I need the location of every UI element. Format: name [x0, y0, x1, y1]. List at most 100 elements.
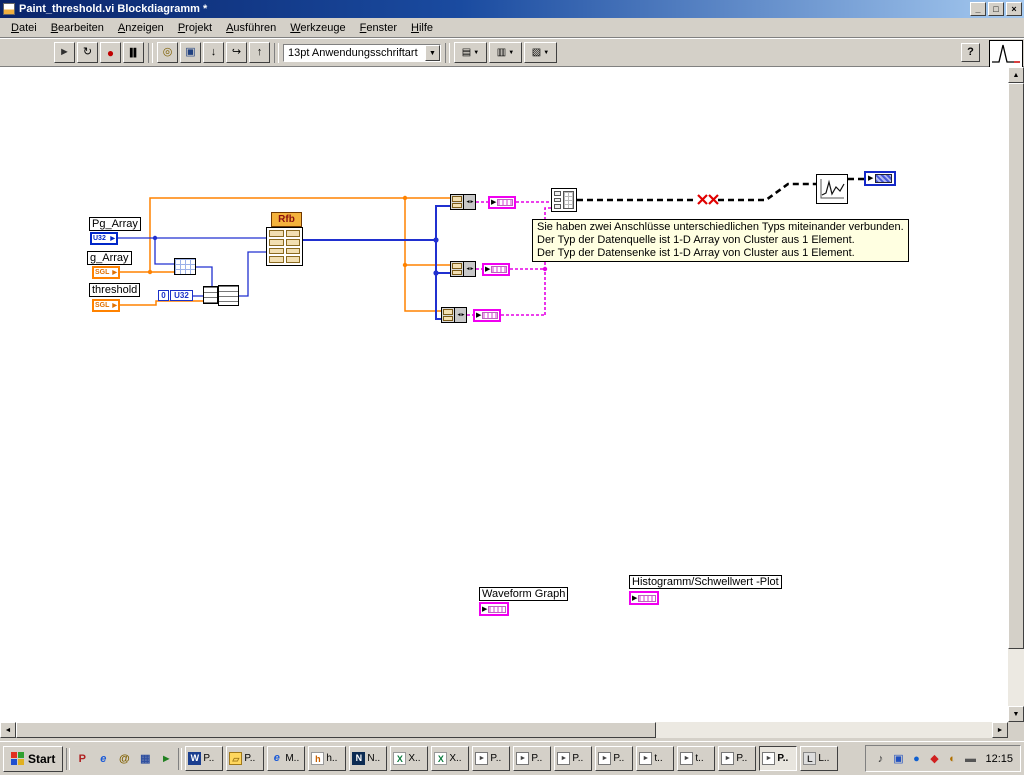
run-button[interactable]: ►: [54, 42, 75, 63]
maximize-button[interactable]: □: [988, 2, 1004, 16]
cluster-array-node-1[interactable]: ▶: [488, 196, 516, 209]
free-label-waveform-graph[interactable]: Waveform Graph: [479, 587, 569, 601]
terminal-pg-array[interactable]: U32 ▶: [90, 232, 118, 245]
taskbar-clock[interactable]: 12:15: [985, 753, 1013, 765]
volume-icon[interactable]: ♪: [873, 752, 887, 766]
font-selector-value: 13pt Anwendungsschriftart: [288, 46, 418, 59]
bundle-node-2[interactable]: ◄►: [450, 261, 476, 277]
horizontal-scroll-thumb[interactable]: [16, 722, 656, 738]
dynamic-data-terminal[interactable]: ▶: [864, 171, 896, 186]
font-dropdown-arrow[interactable]: ▼: [425, 44, 440, 61]
menu-ausfuehren[interactable]: Ausführen: [219, 20, 283, 36]
build-array-node[interactable]: [551, 188, 577, 212]
free-label-threshold[interactable]: threshold: [89, 283, 141, 297]
horizontal-scrollbar[interactable]: ◄ ►: [0, 722, 1008, 738]
quicklaunch-show-desktop-icon[interactable]: ▦: [136, 750, 154, 768]
minimize-button[interactable]: _: [970, 2, 986, 16]
menu-projekt[interactable]: Projekt: [171, 20, 219, 36]
taskbar-window-button[interactable]: ► P..: [513, 746, 552, 771]
cluster-array-node-2[interactable]: ▶: [482, 263, 510, 276]
menu-datei[interactable]: Datei: [4, 20, 44, 36]
menu-werkzeuge[interactable]: Werkzeuge: [283, 20, 352, 36]
toolbar-separator: [445, 42, 450, 63]
taskbar-window-button[interactable]: X X..: [431, 746, 470, 771]
taskbar-window-button[interactable]: ► t..: [636, 746, 675, 771]
bundle-node-1[interactable]: ◄►: [450, 194, 476, 210]
align-objects-icon: ▤: [461, 47, 472, 58]
cluster-array-node-3[interactable]: ▶: [473, 309, 501, 322]
run-continuous-button[interactable]: ↻: [77, 42, 98, 63]
quicklaunch-paint-icon[interactable]: P: [73, 750, 91, 768]
rfb-icon-node[interactable]: Rfb: [271, 212, 302, 227]
font-selector[interactable]: 13pt Anwendungsschriftart ▼: [283, 43, 441, 62]
reorder-dropdown[interactable]: ▧ ▼: [524, 42, 557, 63]
menu-fenster[interactable]: Fenster: [353, 20, 404, 36]
align-objects-dropdown[interactable]: ▤ ▼: [454, 42, 487, 63]
step-over-button[interactable]: ↪: [226, 42, 247, 63]
step-into-button[interactable]: ↓: [203, 42, 224, 63]
taskbar-window-button[interactable]: ► P..: [472, 746, 511, 771]
taskbar-window-button-active[interactable]: ► P..: [759, 746, 798, 771]
vertical-scroll-thumb[interactable]: [1008, 83, 1024, 649]
abort-button[interactable]: ●: [100, 42, 121, 63]
taskbar-window-button[interactable]: ► P..: [554, 746, 593, 771]
task-label: P..: [203, 753, 215, 764]
cluster-array-build-node[interactable]: [266, 227, 303, 266]
help-button[interactable]: ?: [961, 43, 980, 62]
retain-wire-values-button[interactable]: ▣: [180, 42, 201, 63]
histogram-terminal[interactable]: ▶: [629, 591, 659, 605]
vertical-scrollbar[interactable]: ▲ ▼: [1008, 67, 1024, 722]
scroll-up-button[interactable]: ▲: [1008, 67, 1024, 83]
step-out-button[interactable]: ↑: [249, 42, 270, 63]
menu-anzeigen[interactable]: Anzeigen: [111, 20, 171, 36]
taskbar-window-button[interactable]: ► P..: [718, 746, 757, 771]
start-button[interactable]: Start: [3, 745, 64, 772]
menu-hilfe[interactable]: Hilfe: [404, 20, 440, 36]
free-label-histogram[interactable]: Histogramm/Schwellwert -Plot: [629, 575, 782, 589]
taskbar-window-button[interactable]: W P..: [185, 746, 224, 771]
scroll-right-button[interactable]: ►: [992, 722, 1008, 738]
quicklaunch-media-icon[interactable]: ►: [157, 750, 175, 768]
terminal-threshold[interactable]: SGL ▶: [92, 299, 120, 312]
scroll-left-button[interactable]: ◄: [0, 722, 16, 738]
array-input-cell: [554, 204, 561, 210]
index-array-node[interactable]: [174, 258, 196, 275]
build-array-small-node[interactable]: [218, 285, 239, 306]
free-label-pg-array[interactable]: Pg_Array: [89, 217, 141, 231]
titlebar[interactable]: Paint_threshold.vi Blockdiagramm * _ □ ×: [0, 0, 1024, 18]
display-icon[interactable]: ▣: [891, 752, 905, 766]
scroll-down-button[interactable]: ▼: [1008, 706, 1024, 722]
terminal-g-array[interactable]: SGL ▶: [92, 266, 120, 279]
waveform-chart-node[interactable]: [816, 174, 848, 204]
taskbar-window-button[interactable]: L L..: [800, 746, 839, 771]
taskbar-window-button[interactable]: ► P..: [595, 746, 634, 771]
block-diagram-canvas[interactable]: [0, 67, 1008, 722]
taskbar-window-button[interactable]: ► t..: [677, 746, 716, 771]
cluster-hatch: [482, 312, 498, 319]
antivirus-icon[interactable]: ◆: [927, 752, 941, 766]
u32-conversion-node[interactable]: U32: [170, 290, 193, 301]
taskbar-window-button[interactable]: e M..: [267, 746, 306, 771]
close-button[interactable]: ×: [1006, 2, 1022, 16]
bundle-node-3[interactable]: ◄►: [441, 307, 467, 323]
numeric-constant-0[interactable]: 0: [158, 290, 169, 301]
quicklaunch-mail-icon[interactable]: @: [115, 750, 133, 768]
quicklaunch-internet-explorer-icon[interactable]: e: [94, 750, 112, 768]
taskbar-window-button[interactable]: h h..: [308, 746, 347, 771]
free-label-g-array[interactable]: g_Array: [87, 251, 132, 265]
distribute-objects-dropdown[interactable]: ▥ ▼: [489, 42, 522, 63]
taskbar-window-button[interactable]: N N..: [349, 746, 388, 771]
taskbar-window-button[interactable]: X X..: [390, 746, 429, 771]
network-icon[interactable]: ●: [909, 752, 923, 766]
waveform-graph-terminal[interactable]: ▶: [479, 602, 509, 616]
scale-node[interactable]: [203, 286, 218, 304]
input-language-icon[interactable]: ▬: [963, 752, 977, 766]
taskbar-window-button[interactable]: ▱ P..: [226, 746, 265, 771]
menu-bearbeiten[interactable]: Bearbeiten: [44, 20, 111, 36]
labview-vi-icon: ►: [557, 752, 571, 765]
html-file-icon: h: [311, 752, 325, 765]
updates-icon[interactable]: ◐: [945, 752, 959, 766]
labview-vi-icon: ►: [680, 752, 694, 765]
highlight-execution-button[interactable]: ◎: [157, 42, 178, 63]
pause-button[interactable]: ▌▌: [123, 42, 144, 63]
